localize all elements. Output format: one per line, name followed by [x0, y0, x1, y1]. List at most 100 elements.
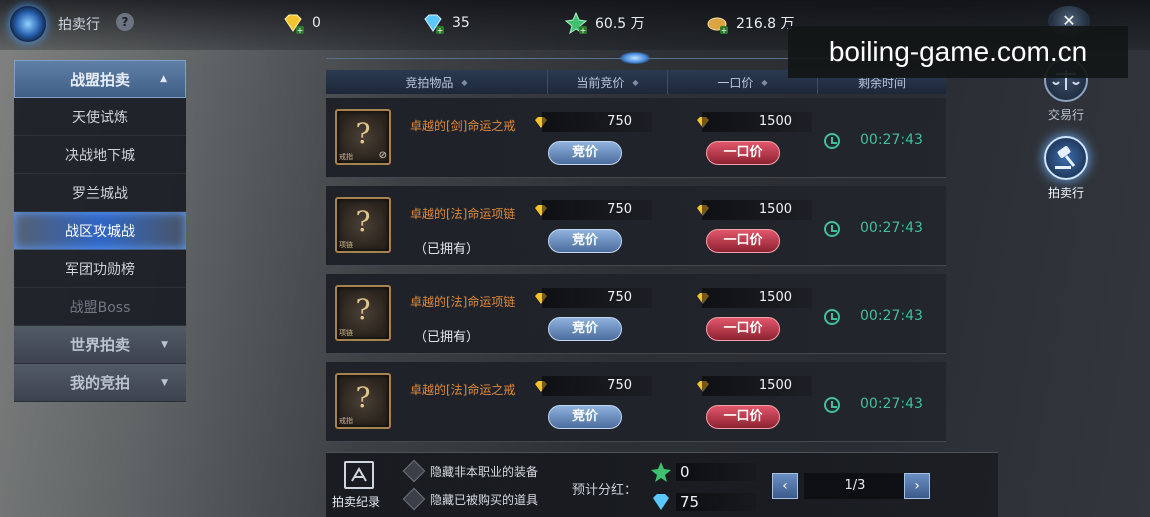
nav-auction-house[interactable]: 拍卖行 [1030, 136, 1102, 201]
bid-button[interactable]: 竞价 [548, 141, 622, 165]
remaining-time: 00:27:43 [860, 396, 923, 412]
sidebar: 战盟拍卖 ▲ 天使试炼 决战地下城 罗兰城战 战区攻城战 军团功勋榜 战盟Bos… [14, 60, 186, 402]
buyout-value: 1500 [702, 112, 812, 132]
sort-icon: ◆ [761, 77, 768, 87]
sort-icon: ◆ [632, 77, 639, 87]
item-slot-icon[interactable]: ? 戒指 [335, 373, 391, 429]
buyout-button[interactable]: 一口价 [706, 317, 780, 341]
item-name: 卓越的[法]命运之戒 [410, 383, 516, 397]
prev-page-button[interactable]: ‹ [772, 473, 798, 499]
item-slot-icon[interactable]: ? 项链 [335, 197, 391, 253]
sidebar-item-roland-siege[interactable]: 罗兰城战 [14, 174, 186, 212]
item-name: 卓越的[法]命运项链 [410, 295, 516, 309]
gold-diamond-count: 0 [312, 15, 321, 31]
col-current-bid-label: 当前竞价 [576, 75, 625, 90]
buyout-value: 1500 [702, 200, 812, 220]
table-row[interactable]: ? 戒指 卓越的[法]命运之戒 750 1500 竞价 一口价 00:27:43 [326, 362, 946, 442]
current-bid-value: 750 [542, 112, 652, 132]
table-row[interactable]: ? 项链 卓越的[法]命运项链 （已拥有） 750 1500 竞价 一口价 00:… [326, 274, 946, 354]
bid-button[interactable]: 竞价 [548, 229, 622, 253]
sidebar-header-label: 战盟拍卖 [69, 70, 130, 89]
sidebar-item-dungeon[interactable]: 决战地下城 [14, 136, 186, 174]
auction-logo-icon [10, 6, 46, 42]
buyout-button[interactable]: 一口价 [706, 229, 780, 253]
auction-record-label: 拍卖纪录 [332, 495, 381, 509]
item-slot-icon[interactable]: ? 项链 [335, 285, 391, 341]
blue-diamond-icon [653, 494, 669, 510]
table-row[interactable]: ? 戒指 ⊘ 卓越的[剑]命运之戒 750 1500 竞价 一口价 00:27:43 [326, 98, 946, 178]
buyout-button[interactable]: 一口价 [706, 405, 780, 429]
table-row[interactable]: ? 项链 卓越的[法]命运项链 （已拥有） 750 1500 竞价 一口价 00:… [326, 186, 946, 266]
restricted-icon: ⊘ [378, 150, 387, 161]
item-type-tag: 戒指 [339, 153, 353, 161]
sidebar-group-world-auction[interactable]: 世界拍卖 ▼ [14, 326, 186, 364]
svg-text:+: + [580, 26, 587, 34]
sort-icon: ◆ [461, 77, 468, 87]
help-icon[interactable]: ? [116, 13, 134, 31]
sidebar-item-guild-boss[interactable]: 战盟Boss [14, 288, 186, 326]
window-title: 拍卖行 [58, 17, 100, 33]
owned-label: （已拥有） [414, 242, 480, 257]
blue-diamond-count: 35 [452, 15, 470, 31]
estimated-bonus-label: 预计分红： [572, 483, 638, 498]
col-buyout-label: 一口价 [717, 75, 754, 90]
green-crystal-plus-icon[interactable]: + [565, 12, 587, 34]
item-name: 卓越的[剑]命运之戒 [410, 119, 516, 133]
hide-other-class-checkbox[interactable] [402, 459, 426, 483]
record-scroll-icon [344, 461, 374, 489]
sidebar-item-angel-trial[interactable]: 天使试炼 [14, 98, 186, 136]
hide-other-class-label: 隐藏非本职业的装备 [430, 465, 539, 479]
resource-blue-diamond: + 35 [422, 12, 470, 34]
sidebar-item-legion-ranking[interactable]: 军团功勋榜 [14, 250, 186, 288]
svg-text:+: + [437, 26, 444, 34]
clock-icon [824, 133, 840, 149]
buyout-value: 1500 [702, 288, 812, 308]
bottom-bar: 拍卖纪录 隐藏非本职业的装备 隐藏已被购买的道具 预计分红： 0 75 ‹ 1/… [326, 452, 998, 517]
clock-icon [824, 309, 840, 325]
item-name: 卓越的[法]命运项链 [410, 207, 516, 221]
sidebar-item-zone-siege[interactable]: 战区攻城战 [14, 212, 186, 250]
bid-button[interactable]: 竞价 [548, 405, 622, 429]
resource-gold-ingot: + 216.8 万 [706, 12, 795, 34]
glow-ornament-icon [620, 52, 650, 64]
owned-label: （已拥有） [414, 330, 480, 345]
chevron-down-icon: ▼ [161, 377, 168, 388]
col-item[interactable]: 竞拍物品 ◆ [326, 70, 548, 94]
svg-text:+: + [721, 26, 728, 34]
remaining-time: 00:27:43 [860, 220, 923, 236]
watermark-text: boiling-game.com.cn [788, 26, 1128, 78]
remaining-time: 00:27:43 [860, 132, 923, 148]
green-crystal-count: 60.5 万 [595, 16, 645, 32]
chevron-up-icon: ▲ [160, 74, 167, 84]
sidebar-group-label: 我的竞拍 [69, 374, 130, 392]
sidebar-header-guild-auction[interactable]: 战盟拍卖 ▲ [14, 60, 186, 98]
sidebar-group-my-bids[interactable]: 我的竞拍 ▼ [14, 364, 186, 402]
next-page-button[interactable]: › [904, 473, 930, 499]
item-type-tag: 项链 [339, 241, 353, 249]
current-bid-value: 750 [542, 200, 652, 220]
sidebar-group-label: 世界拍卖 [69, 336, 130, 354]
item-type-tag: 项链 [339, 329, 353, 337]
gavel-icon [1044, 136, 1088, 180]
current-bid-value: 750 [542, 376, 652, 396]
col-current-bid[interactable]: 当前竞价 ◆ [548, 70, 668, 94]
gold-diamond-plus-icon[interactable]: + [282, 12, 304, 34]
resource-green-crystal: + 60.5 万 [565, 12, 645, 34]
col-item-label: 竞拍物品 [405, 75, 454, 90]
buyout-button[interactable]: 一口价 [706, 141, 780, 165]
gold-ingot-plus-icon[interactable]: + [706, 12, 728, 34]
nav-trading-house-label: 交易行 [1047, 108, 1084, 122]
hide-purchased-checkbox[interactable] [402, 487, 426, 511]
hide-purchased-label: 隐藏已被购买的道具 [430, 493, 539, 507]
item-slot-icon[interactable]: ? 戒指 ⊘ [335, 109, 391, 165]
blue-diamond-plus-icon[interactable]: + [422, 12, 444, 34]
bonus-blue-value: 75 [676, 493, 756, 511]
remaining-time: 00:27:43 [860, 308, 923, 324]
buyout-value: 1500 [702, 376, 812, 396]
clock-icon [824, 397, 840, 413]
bid-button[interactable]: 竞价 [548, 317, 622, 341]
svg-text:+: + [297, 26, 304, 34]
resource-gold-diamond: + 0 [282, 12, 321, 34]
green-crystal-icon [651, 462, 671, 482]
gold-ingot-count: 216.8 万 [736, 16, 795, 32]
